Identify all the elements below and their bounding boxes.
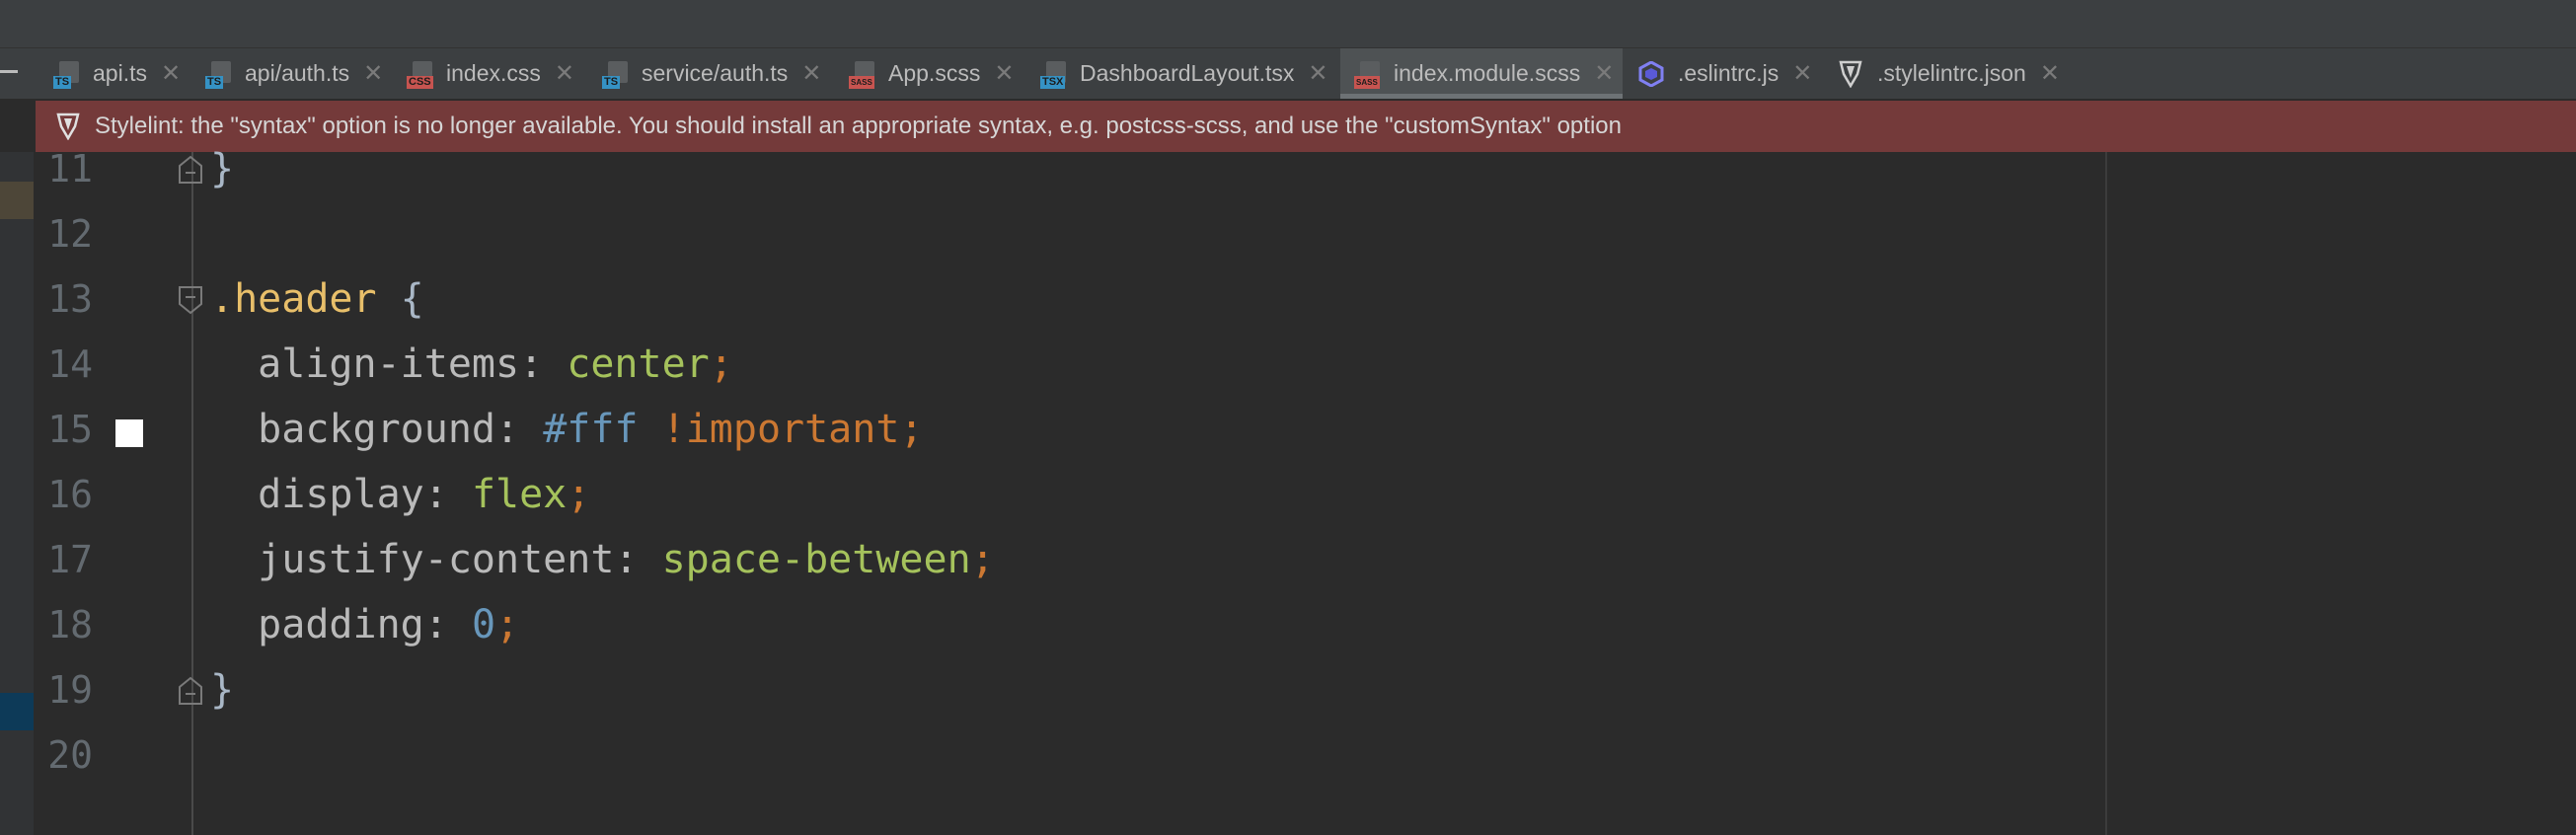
code-line: 14 align-items: center; xyxy=(0,332,2576,397)
close-tab-icon[interactable]: ✕ xyxy=(1308,59,1327,88)
code-line: 18 padding: 0; xyxy=(0,592,2576,657)
tab-label: DashboardLayout.tsx xyxy=(1080,60,1295,86)
code-line: 20 xyxy=(0,722,2576,788)
close-tab-icon[interactable]: ✕ xyxy=(555,59,574,88)
typescript-file-icon: TS xyxy=(602,59,632,89)
tab-index-module-scss[interactable]: SASS index.module.scss ✕ xyxy=(1340,48,1623,99)
code-line: 11 } xyxy=(0,136,2576,201)
line-number: 17 xyxy=(47,538,93,581)
line-number: 15 xyxy=(47,408,93,451)
code-text: align-items: center; xyxy=(258,342,733,387)
line-number: 12 xyxy=(47,212,93,256)
code-line: 12 xyxy=(0,201,2576,266)
tab-label: index.css xyxy=(446,60,541,86)
line-number: 14 xyxy=(47,342,93,386)
tab-api-auth-ts[interactable]: TS api/auth.ts ✕ xyxy=(205,48,383,99)
close-tab-icon[interactable]: ✕ xyxy=(994,59,1014,88)
tab-label: service/auth.ts xyxy=(642,60,789,86)
css-file-icon: CSS xyxy=(407,59,436,89)
line-number: 16 xyxy=(47,473,93,516)
tab-index-css[interactable]: CSS index.css ✕ xyxy=(407,48,574,99)
close-tab-icon[interactable]: ✕ xyxy=(1792,59,1812,88)
tab-stylelintrc-json[interactable]: .stylelintrc.json ✕ xyxy=(1838,48,2060,99)
tab-label: api/auth.ts xyxy=(245,60,350,86)
code-line: 15 background: #fff !important; xyxy=(0,397,2576,462)
fold-end-icon[interactable] xyxy=(178,155,203,185)
window-title-bar xyxy=(0,0,2576,48)
stylelint-icon xyxy=(1839,60,1862,88)
tab-label: api.ts xyxy=(93,60,147,86)
editor-tab-bar: TS api.ts ✕ TS api/auth.ts ✕ CSS index.c… xyxy=(0,48,2576,99)
code-line: 13 .header { xyxy=(0,266,2576,332)
code-text: } xyxy=(210,667,235,713)
tab-api-ts[interactable]: TS api.ts ✕ xyxy=(53,48,181,99)
code-text: justify-content: space-between; xyxy=(258,537,995,582)
line-number: 11 xyxy=(47,147,93,190)
tab-label: index.module.scss xyxy=(1394,60,1581,86)
tsx-file-icon: TSX xyxy=(1040,59,1070,89)
close-tab-icon[interactable]: ✕ xyxy=(363,59,383,88)
eslint-icon xyxy=(1638,60,1664,87)
tab-eslintrc-js[interactable]: .eslintrc.js ✕ xyxy=(1638,48,1812,99)
tab-list-menu-icon[interactable] xyxy=(0,70,18,73)
code-text: background: #fff !important; xyxy=(258,407,924,452)
line-number: 19 xyxy=(47,668,93,712)
close-tab-icon[interactable]: ✕ xyxy=(161,59,181,88)
code-text: } xyxy=(210,146,235,191)
tab-label: App.scss xyxy=(888,60,981,86)
code-text: .header { xyxy=(210,276,424,322)
code-line: 17 justify-content: space-between; xyxy=(0,527,2576,592)
code-line: 19 } xyxy=(0,657,2576,722)
tab-dashboardlayout-tsx[interactable]: TSX DashboardLayout.tsx ✕ xyxy=(1040,48,1327,99)
close-tab-icon[interactable]: ✕ xyxy=(1594,59,1614,88)
typescript-file-icon: TS xyxy=(53,59,83,89)
color-swatch[interactable] xyxy=(115,419,143,447)
tab-app-scss[interactable]: SASS App.scss ✕ xyxy=(849,48,1014,99)
line-number: 13 xyxy=(47,277,93,321)
close-tab-icon[interactable]: ✕ xyxy=(2040,59,2060,88)
code-text: padding: 0; xyxy=(258,602,520,647)
close-tab-icon[interactable]: ✕ xyxy=(801,59,821,88)
sass-file-icon: SASS xyxy=(849,59,878,89)
tab-label: .stylelintrc.json xyxy=(1877,60,2026,86)
typescript-file-icon: TS xyxy=(205,59,235,89)
line-number: 20 xyxy=(47,733,93,777)
sass-file-icon: SASS xyxy=(1354,59,1384,89)
fold-start-icon[interactable] xyxy=(178,285,203,315)
tab-service-auth-ts[interactable]: TS service/auth.ts ✕ xyxy=(602,48,821,99)
fold-end-icon[interactable] xyxy=(178,676,203,706)
line-number: 18 xyxy=(47,603,93,646)
code-text: display: flex; xyxy=(258,472,591,517)
tab-label: .eslintrc.js xyxy=(1678,60,1780,86)
code-line: 16 display: flex; xyxy=(0,462,2576,527)
